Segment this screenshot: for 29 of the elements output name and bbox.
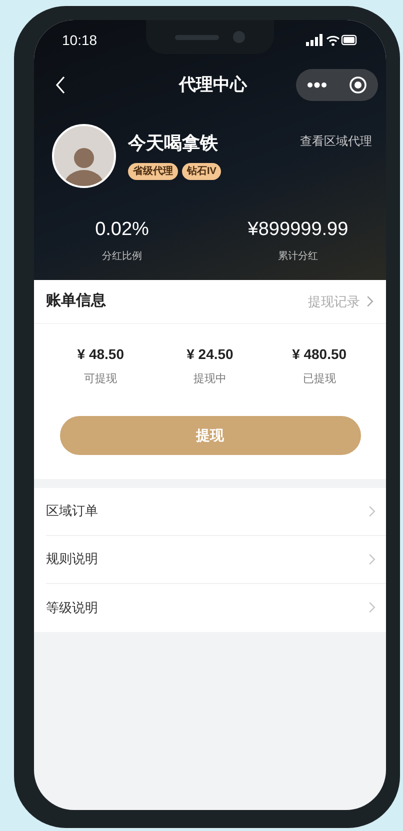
menu-item[interactable]: 规则说明 <box>46 536 386 584</box>
amount-label: 已提现 <box>302 372 336 387</box>
status-icons <box>306 34 358 46</box>
stat-label: 累计分红 <box>278 250 318 264</box>
amount-label: 可提现 <box>84 372 118 387</box>
chevron-right-icon <box>368 601 376 614</box>
level-tag: 省级代理 <box>128 163 178 180</box>
record-icon[interactable] <box>349 76 367 94</box>
chevron-right-icon <box>368 552 376 566</box>
chevron-right-icon <box>368 504 376 518</box>
menu-item[interactable]: 区域订单 <box>46 488 386 536</box>
amount-value: ¥ 48.50 <box>77 345 124 364</box>
level-tag: 钻石IV <box>182 163 222 180</box>
section-title: 账单信息 <box>46 291 106 312</box>
more-icon[interactable] <box>307 82 327 88</box>
back-icon[interactable] <box>56 76 66 94</box>
amount-value: ¥ 480.50 <box>292 345 347 364</box>
amount-label: 提现中 <box>193 372 226 387</box>
user-name: 今天喝拿铁 <box>128 132 219 155</box>
amount-value: ¥ 24.50 <box>186 345 234 364</box>
chevron-right-icon <box>366 295 374 308</box>
menu-item[interactable]: 等级说明 <box>46 584 386 632</box>
status-time: 10:18 <box>62 30 98 50</box>
stat-value: 0.02% <box>95 218 149 242</box>
capsule-menu[interactable] <box>296 69 378 101</box>
stat-value: ¥899999.99 <box>248 218 348 242</box>
view-region-link[interactable]: 查看区域代理 <box>300 124 372 150</box>
stat-label: 分红比例 <box>102 250 142 264</box>
page-title: 代理中心 <box>179 74 247 96</box>
